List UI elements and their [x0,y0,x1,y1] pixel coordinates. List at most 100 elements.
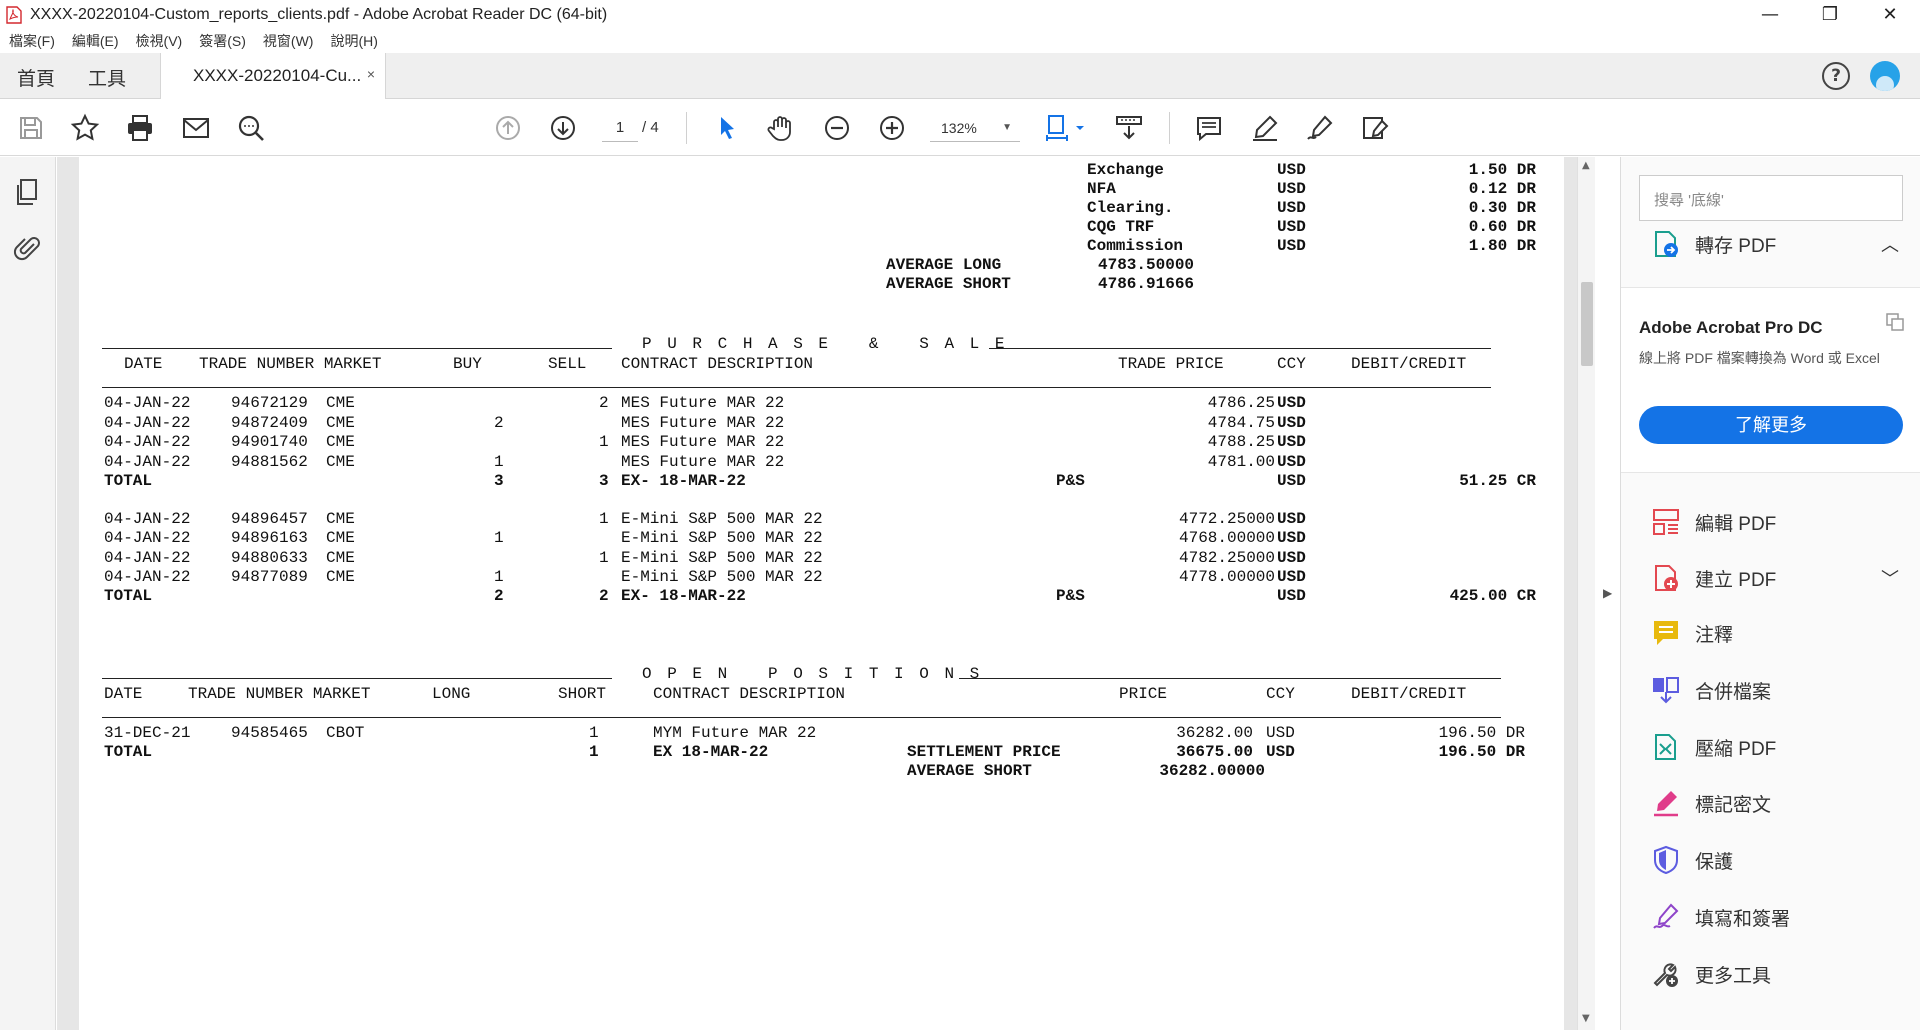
tab-document-label: XXXX-20220104-Cu... [193,66,362,85]
bookmark-star-icon[interactable] [69,112,101,144]
next-page-icon[interactable] [547,112,579,144]
col-trade-market: TRADE NUMBER MARKET [199,355,382,373]
highlight-pen-icon[interactable] [1249,112,1281,144]
tab-home[interactable]: 首頁 [17,64,55,91]
create-pdf-icon [1651,563,1681,593]
vertical-scrollbar[interactable]: ▲ ▼ [1577,157,1595,1030]
tools-search-input[interactable]: 搜尋 '底線' [1639,175,1903,221]
fee-ccy: USD [1277,218,1306,236]
fee-label: CQG TRF [1087,218,1155,236]
page-total: / 4 [642,119,659,136]
chevron-down-icon[interactable]: ﹀ [1881,565,1899,591]
average-short-value: 36282.00000 [1159,762,1265,780]
promo-title: Adobe Acrobat Pro DC [1639,318,1823,337]
menu-window[interactable]: 視窗(W) [263,31,314,51]
scrollbar-thumb[interactable] [1581,282,1593,366]
zoom-level-dropdown[interactable]: 132% ▼ [930,114,1020,142]
fee-amount: 0.12 DR [1468,180,1536,198]
comment-icon[interactable] [1193,112,1225,144]
tool-item-edit-pdf[interactable]: 編輯 PDF [1621,502,1920,542]
learn-more-button[interactable]: 了解更多 [1639,406,1903,444]
col-long: LONG [432,685,471,703]
col-date: DATE [104,685,143,703]
fee-label: Exchange [1087,161,1164,179]
fee-label: Commission [1087,237,1184,255]
tool-item-more-tools[interactable]: 更多工具 [1621,954,1920,994]
zoom-in-icon[interactable] [876,112,908,144]
zoom-out-icon[interactable] [821,112,853,144]
print-icon[interactable] [124,112,156,144]
combine-files-icon [1651,675,1681,705]
close-window-button[interactable]: ✕ [1860,0,1920,29]
header-rule [102,387,1491,388]
previous-page-icon[interactable] [492,112,524,144]
section-rule [959,678,1501,679]
avatar[interactable] [1870,61,1900,91]
hand-tool-icon[interactable] [765,112,797,144]
chevron-down-icon: ▼ [1002,122,1012,133]
collapse-right-panel-icon[interactable]: ▶ [1603,586,1612,600]
restore-button[interactable]: ❐ [1800,0,1860,29]
save-icon[interactable] [15,112,47,144]
fill-sign-icon [1651,902,1681,932]
toolbar-divider [686,112,687,144]
export-pdf-icon [1651,229,1681,259]
page-fit-icon[interactable] [1043,112,1089,144]
main-toolbar: 1 / 4 132% ▼ [0,100,1920,156]
page-number-input[interactable]: 1 [602,114,638,142]
redact-icon [1651,788,1681,818]
tool-item-create-pdf[interactable]: 建立 PDF ﹀ [1621,558,1920,598]
scroll-down-icon[interactable]: ▼ [1582,1013,1590,1024]
average-short-value: 4786.91666 [1098,275,1195,293]
tool-item-compress-pdf[interactable]: 壓縮 PDF [1621,727,1920,767]
toolbar-divider [1169,112,1170,144]
menu-sign[interactable]: 簽署(S) [199,31,246,51]
menu-help[interactable]: 說明(H) [330,31,377,51]
page-thumbnails-icon[interactable] [13,177,43,207]
chevron-up-icon[interactable]: ︿ [1881,231,1899,257]
tool-item-comment[interactable]: 注釋 [1621,613,1920,653]
zoom-value: 132% [941,120,977,136]
left-navigation-rail [0,157,56,1030]
menu-edit[interactable]: 編輯(E) [72,31,119,51]
acrobat-file-icon [6,5,22,24]
fee-amount: 1.80 DR [1468,237,1536,255]
fee-label: NFA [1087,180,1116,198]
tool-item-protect[interactable]: 保護 [1621,840,1920,880]
minimize-button[interactable]: — [1740,0,1800,29]
tool-item-combine-files[interactable]: 合併檔案 [1621,670,1920,710]
draw-sign-icon[interactable] [1304,112,1336,144]
export-pdf-item[interactable]: 轉存 PDF ︿ [1621,224,1920,264]
average-long-label: AVERAGE LONG [886,256,1002,274]
average-long-value: 4783.50000 [1098,256,1195,274]
dismiss-promo-icon[interactable] [1885,312,1905,332]
tab-document[interactable]: XXXX-20220104-Cu... × [160,53,386,99]
promo-card: Adobe Acrobat Pro DC 線上將 PDF 檔案轉換為 Word … [1621,287,1920,473]
help-icon[interactable]: ? [1822,62,1850,90]
window-title: XXXX-20220104-Custom_reports_clients.pdf… [30,5,608,23]
menu-bar: 檔案(F) 編輯(E) 檢視(V) 簽署(S) 視窗(W) 說明(H) [0,29,1920,53]
scroll-mode-icon[interactable] [1113,112,1145,144]
tab-close-icon[interactable]: × [367,66,375,82]
fee-ccy: USD [1277,180,1306,198]
document-viewer[interactable]: Exchange USD 1.50 DR NFA USD 0.12 DR Cle… [57,157,1579,1030]
tool-item-fill-sign[interactable]: 填寫和簽署 [1621,897,1920,937]
menu-file[interactable]: 檔案(F) [9,31,55,51]
search-icon[interactable] [235,112,267,144]
attachment-icon[interactable] [13,233,43,263]
select-cursor-icon[interactable] [711,112,743,144]
tool-item-redact[interactable]: 標記密文 [1621,783,1920,823]
purchase-sale-title: P U R C H A S E & S A L E [642,335,1008,353]
fill-sign-icon[interactable] [1359,112,1391,144]
email-icon[interactable] [180,112,212,144]
menu-view[interactable]: 檢視(V) [136,31,183,51]
average-short-label: AVERAGE SHORT [886,275,1011,293]
scroll-up-icon[interactable]: ▲ [1582,160,1590,171]
tab-tools[interactable]: 工具 [88,64,126,91]
fee-amount: 1.50 DR [1468,161,1536,179]
fee-label: Clearing. [1087,199,1174,217]
col-contract: CONTRACT DESCRIPTION [653,685,846,703]
average-short-label: AVERAGE SHORT [907,762,1032,780]
title-bar: XXXX-20220104-Custom_reports_clients.pdf… [0,0,1920,29]
col-price: PRICE [1119,685,1168,703]
